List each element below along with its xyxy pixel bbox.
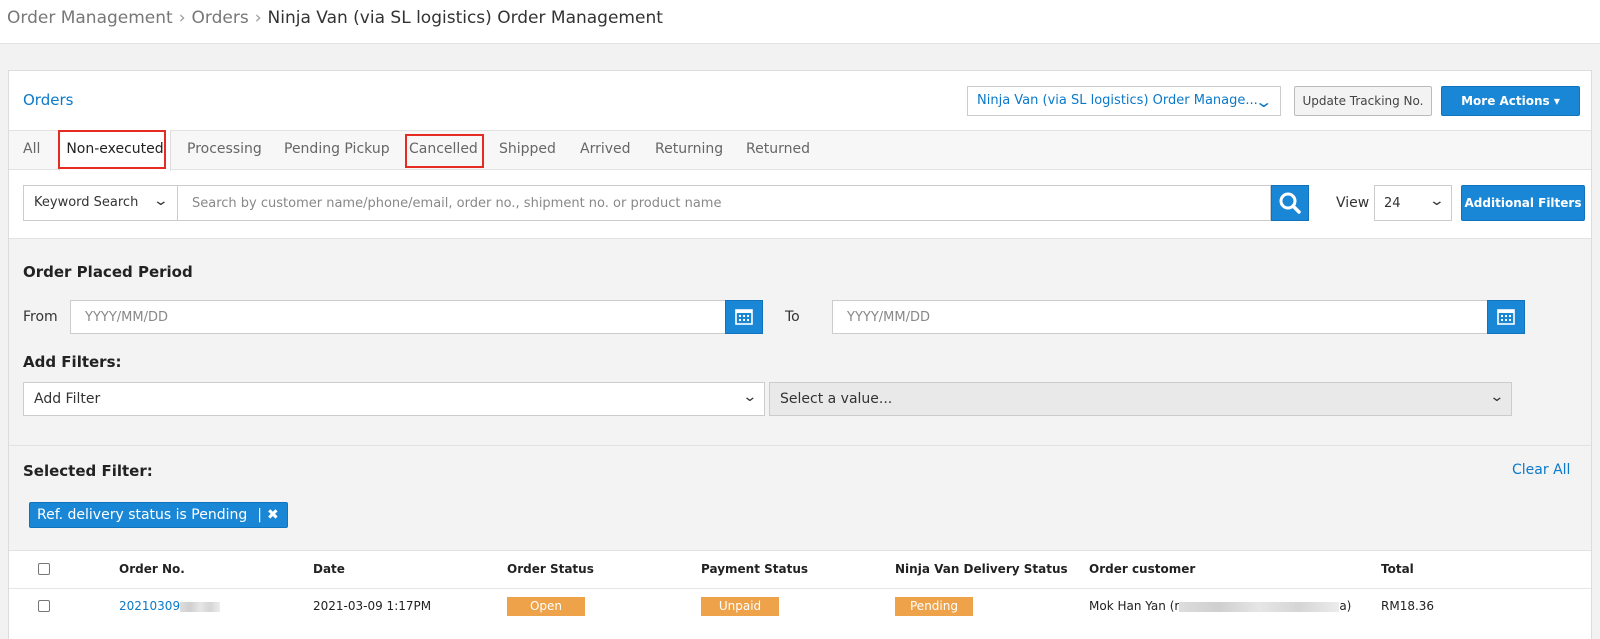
chevron-right-icon: › bbox=[254, 8, 262, 28]
column-date: Date bbox=[313, 562, 345, 576]
add-filter-select-value: Add Filter bbox=[34, 391, 101, 407]
filter-value-select[interactable]: Select a value... ⌄ bbox=[769, 382, 1512, 416]
header-divider bbox=[9, 588, 1591, 589]
column-total: Total bbox=[1381, 562, 1414, 576]
more-actions-button[interactable]: More Actions ▾ bbox=[1441, 86, 1580, 116]
row-checkbox[interactable] bbox=[38, 600, 50, 612]
order-customer: Mok Han Yan (r a) bbox=[1089, 599, 1351, 613]
highlight-non-executed bbox=[58, 130, 166, 169]
to-date-input[interactable]: YYYY/MM/DD bbox=[832, 300, 1488, 334]
breadcrumb-orders[interactable]: Orders bbox=[192, 8, 249, 28]
order-total: RM18.36 bbox=[1381, 599, 1435, 613]
tab-all[interactable]: All bbox=[23, 141, 40, 157]
column-order-customer: Order customer bbox=[1089, 562, 1196, 576]
view-count-value: 24 bbox=[1384, 196, 1401, 211]
add-filters-title: Add Filters: bbox=[23, 353, 122, 371]
update-tracking-button[interactable]: Update Tracking No. bbox=[1294, 86, 1432, 116]
clear-all-link[interactable]: Clear All bbox=[1512, 462, 1570, 478]
keyword-select-value: Keyword Search bbox=[34, 195, 139, 210]
divider bbox=[9, 445, 1591, 446]
tab-processing[interactable]: Processing bbox=[187, 141, 262, 157]
page-title: Orders bbox=[23, 91, 74, 109]
customer-name: Mok Han Yan (r bbox=[1089, 599, 1180, 613]
close-icon[interactable]: ✖ bbox=[267, 507, 279, 523]
chevron-down-icon: ⌄ bbox=[1428, 193, 1446, 209]
tab-returned[interactable]: Returned bbox=[746, 141, 810, 157]
status-tabs: All Non-executed Processing Pending Pick… bbox=[9, 130, 1591, 171]
tab-arrived[interactable]: Arrived bbox=[580, 141, 631, 157]
selected-filter-chip: Ref. delivery status is Pending | ✖ bbox=[29, 502, 288, 528]
column-order-no: Order No. bbox=[119, 562, 185, 576]
chevron-right-icon: › bbox=[178, 8, 186, 28]
from-calendar-button[interactable] bbox=[725, 300, 763, 334]
filter-value-select-value: Select a value... bbox=[780, 391, 893, 407]
breadcrumb-current: Ninja Van (via SL logistics) Order Manag… bbox=[267, 8, 663, 28]
chip-label: Ref. delivery status is Pending bbox=[37, 507, 248, 523]
chevron-down-icon: ⌄ bbox=[152, 193, 170, 209]
from-label: From bbox=[23, 309, 58, 325]
chevron-down-icon: ⌄ bbox=[742, 389, 758, 405]
search-button[interactable] bbox=[1271, 185, 1309, 221]
add-filter-select[interactable]: Add Filter ⌄ bbox=[23, 382, 765, 416]
column-payment-status: Payment Status bbox=[701, 562, 809, 576]
search-input[interactable]: Search by customer name/phone/email, ord… bbox=[177, 185, 1271, 221]
redacted-text bbox=[180, 601, 221, 612]
chevron-down-icon: ⌄ bbox=[1489, 389, 1505, 405]
breadcrumb: Order Management › Orders › Ninja Van (via S… bbox=[7, 8, 663, 28]
chip-divider: | bbox=[257, 507, 262, 523]
order-no-link[interactable]: 20210309 bbox=[119, 599, 221, 613]
selected-filter-title: Selected Filter: bbox=[23, 462, 153, 480]
view-label: View bbox=[1336, 195, 1370, 211]
column-order-status: Order Status bbox=[507, 562, 594, 576]
to-label: To bbox=[785, 309, 800, 325]
order-date: 2021-03-09 1:17PM bbox=[313, 599, 432, 613]
tab-returning[interactable]: Returning bbox=[655, 141, 723, 157]
search-icon bbox=[1279, 192, 1301, 214]
customer-suffix: a) bbox=[1339, 599, 1352, 613]
store-select-value: Ninja Van (via SL logistics) Order Manag… bbox=[977, 93, 1258, 108]
tab-shipped[interactable]: Shipped bbox=[499, 141, 556, 157]
orders-panel: Orders Ninja Van (via SL logistics) Orde… bbox=[8, 70, 1592, 639]
orders-table: Order No. Date Order Status Payment Stat… bbox=[9, 550, 1591, 639]
redacted-text bbox=[1179, 601, 1340, 612]
select-all-checkbox[interactable] bbox=[38, 563, 50, 575]
order-placed-period-title: Order Placed Period bbox=[23, 263, 193, 281]
from-date-input[interactable]: YYYY/MM/DD bbox=[70, 300, 726, 334]
store-select[interactable]: Ninja Van (via SL logistics) Order Manag… bbox=[967, 86, 1281, 116]
keyword-search-select[interactable]: Keyword Search ⌄ bbox=[23, 185, 178, 221]
to-calendar-button[interactable] bbox=[1487, 300, 1525, 334]
delivery-status-badge: Pending bbox=[895, 597, 973, 616]
breadcrumb-order-management[interactable]: Order Management bbox=[7, 8, 173, 28]
payment-status-badge: Unpaid bbox=[701, 597, 779, 616]
search-row: Keyword Search ⌄ Search by customer name… bbox=[9, 171, 1591, 239]
additional-filters-button[interactable]: Additional Filters bbox=[1461, 185, 1585, 221]
view-count-select[interactable]: 24 ⌄ bbox=[1374, 185, 1452, 221]
calendar-icon bbox=[735, 309, 753, 325]
order-status-badge: Open bbox=[507, 597, 585, 616]
highlight-cancelled bbox=[405, 134, 484, 168]
tab-pending-pickup[interactable]: Pending Pickup bbox=[284, 141, 390, 157]
calendar-icon bbox=[1497, 309, 1515, 325]
order-no-value: 20210309 bbox=[119, 599, 181, 613]
column-delivery-status: Ninja Van Delivery Status bbox=[895, 562, 1068, 576]
chevron-down-icon: ⌄ bbox=[1253, 92, 1273, 111]
top-bar: Order Management › Orders › Ninja Van (via S… bbox=[0, 0, 1600, 44]
